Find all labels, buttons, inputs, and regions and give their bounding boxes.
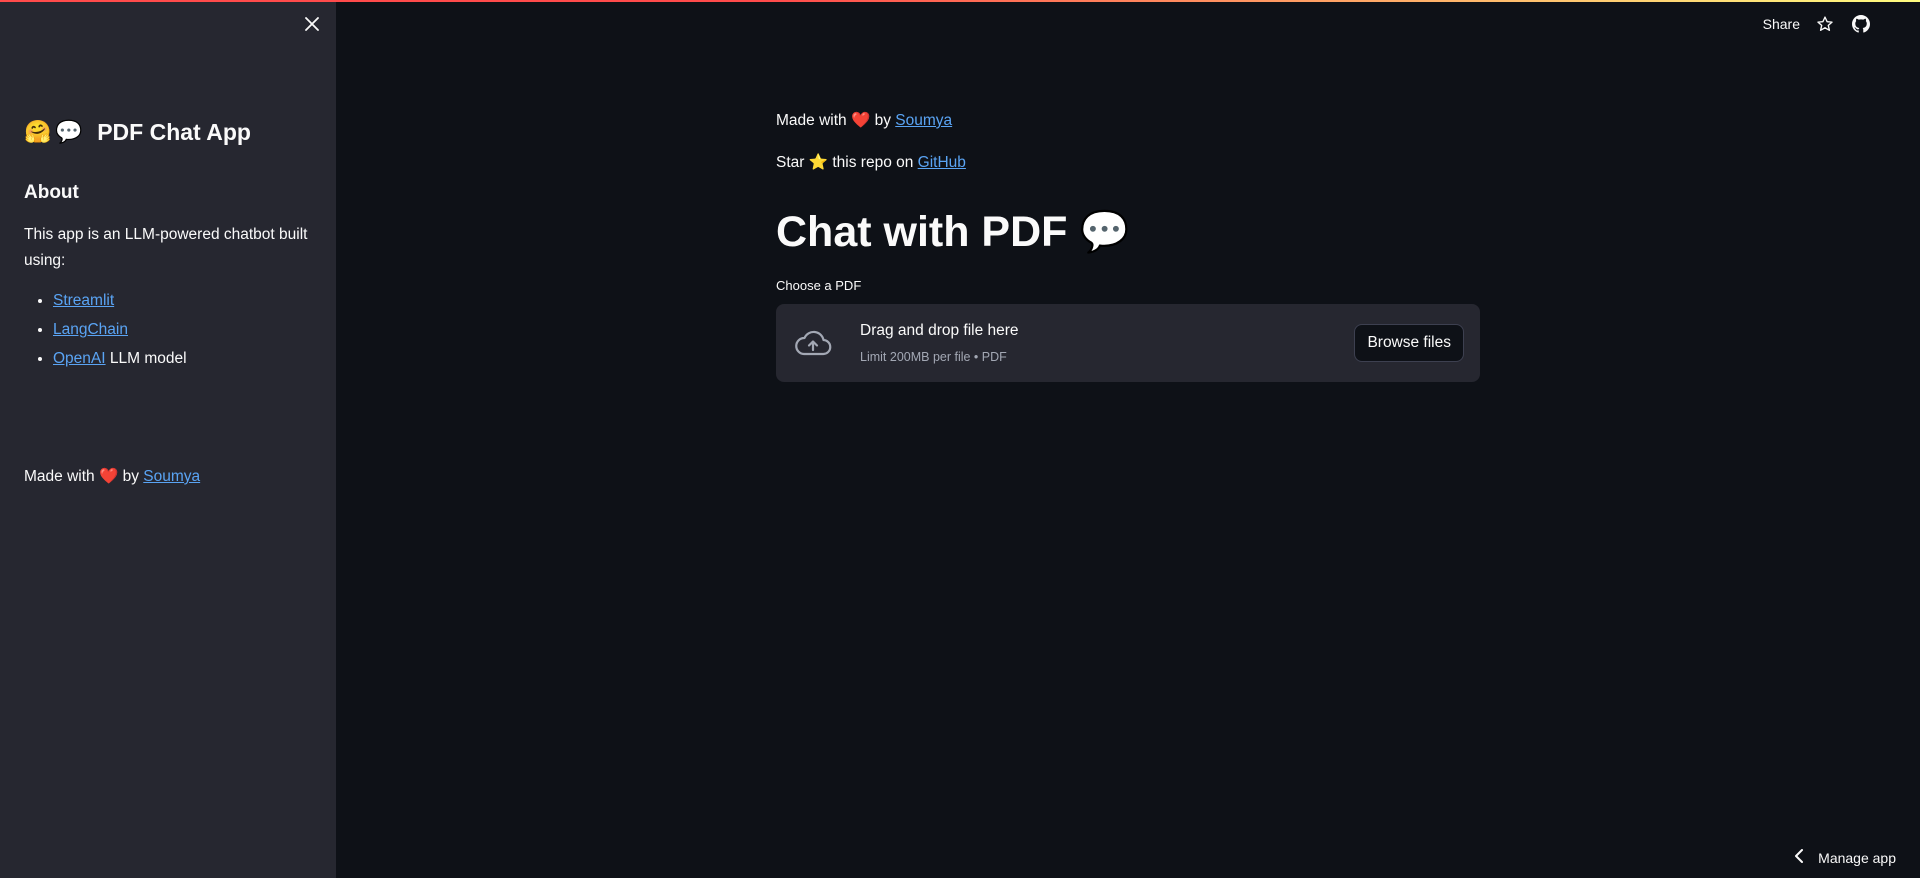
openai-link[interactable]: OpenAI (53, 350, 106, 367)
file-dropzone[interactable]: Drag and drop file here Limit 200MB per … (776, 304, 1480, 382)
credit-prefix: Made with (776, 112, 847, 129)
credit-by: by (870, 112, 896, 129)
langchain-link[interactable]: LangChain (53, 321, 128, 338)
sidebar-title: 🤗 💬 PDF Chat App (24, 112, 314, 152)
credit-by: by (118, 468, 144, 485)
star-prefix: Star (776, 154, 805, 171)
manage-app-button[interactable]: Manage app (1794, 849, 1896, 866)
star-icon[interactable] (1814, 13, 1836, 35)
sidebar-content: 🤗 💬 PDF Chat App About This app is an LLM… (24, 112, 314, 373)
tech-list: Streamlit LangChain OpenAI LLM model (24, 286, 314, 373)
list-item: OpenAI LLM model (53, 344, 314, 373)
star-emoji-icon: ⭐ (808, 154, 829, 171)
manage-app-label: Manage app (1818, 849, 1896, 866)
speech-bubble-icon: 💬 (55, 119, 83, 144)
dropzone-text-block: Drag and drop file here Limit 200MB per … (860, 319, 1354, 367)
github-link[interactable]: GitHub (918, 154, 966, 171)
toolbar: Share (1763, 12, 1872, 36)
sidebar-close-button[interactable] (300, 14, 324, 38)
streamlit-link[interactable]: Streamlit (53, 292, 114, 309)
heart-icon: ❤️ (98, 468, 119, 485)
sidebar-credit: Made with ❤️ by Soumya (24, 464, 200, 490)
author-link[interactable]: Soumya (895, 112, 952, 129)
list-item: Streamlit (53, 286, 314, 315)
star-mid: this repo on (828, 154, 918, 171)
browse-files-button[interactable]: Browse files (1354, 324, 1464, 362)
about-heading: About (24, 182, 79, 203)
list-item: LangChain (53, 315, 314, 344)
list-item-suffix: LLM model (105, 350, 187, 367)
sidebar-title-text: PDF Chat App (97, 119, 251, 145)
sidebar: 🤗 💬 PDF Chat App About This app is an LLM… (0, 0, 336, 878)
page-title-text: Chat with PDF (776, 208, 1068, 256)
page-title: Chat with PDF 💬 (776, 204, 1480, 260)
star-repo-line: Star ⭐ this repo on GitHub (776, 150, 1480, 176)
main-content: Made with ❤️ by Soumya Star ⭐ this repo … (776, 108, 1480, 382)
author-link[interactable]: Soumya (143, 468, 200, 485)
heart-icon: ❤️ (850, 112, 871, 129)
top-decoration-bar (0, 0, 1920, 2)
dropzone-limit: Limit 200MB per file • PDF (860, 350, 1007, 364)
about-description: This app is an LLM-powered chatbot built… (24, 226, 308, 269)
dropzone-instructions: Drag and drop file here (860, 322, 1019, 339)
uploader-label: Choose a PDF (776, 278, 862, 293)
share-button[interactable]: Share (1763, 16, 1800, 32)
main-credit: Made with ❤️ by Soumya (776, 108, 1480, 134)
close-icon (305, 16, 319, 36)
hugging-face-emoji-icon: 🤗 (24, 119, 52, 144)
chevron-left-icon (1794, 849, 1804, 866)
speech-bubble-icon: 💬 (1079, 210, 1130, 254)
credit-prefix: Made with (24, 468, 95, 485)
github-icon[interactable] (1850, 13, 1872, 35)
cloud-upload-icon (792, 322, 834, 364)
